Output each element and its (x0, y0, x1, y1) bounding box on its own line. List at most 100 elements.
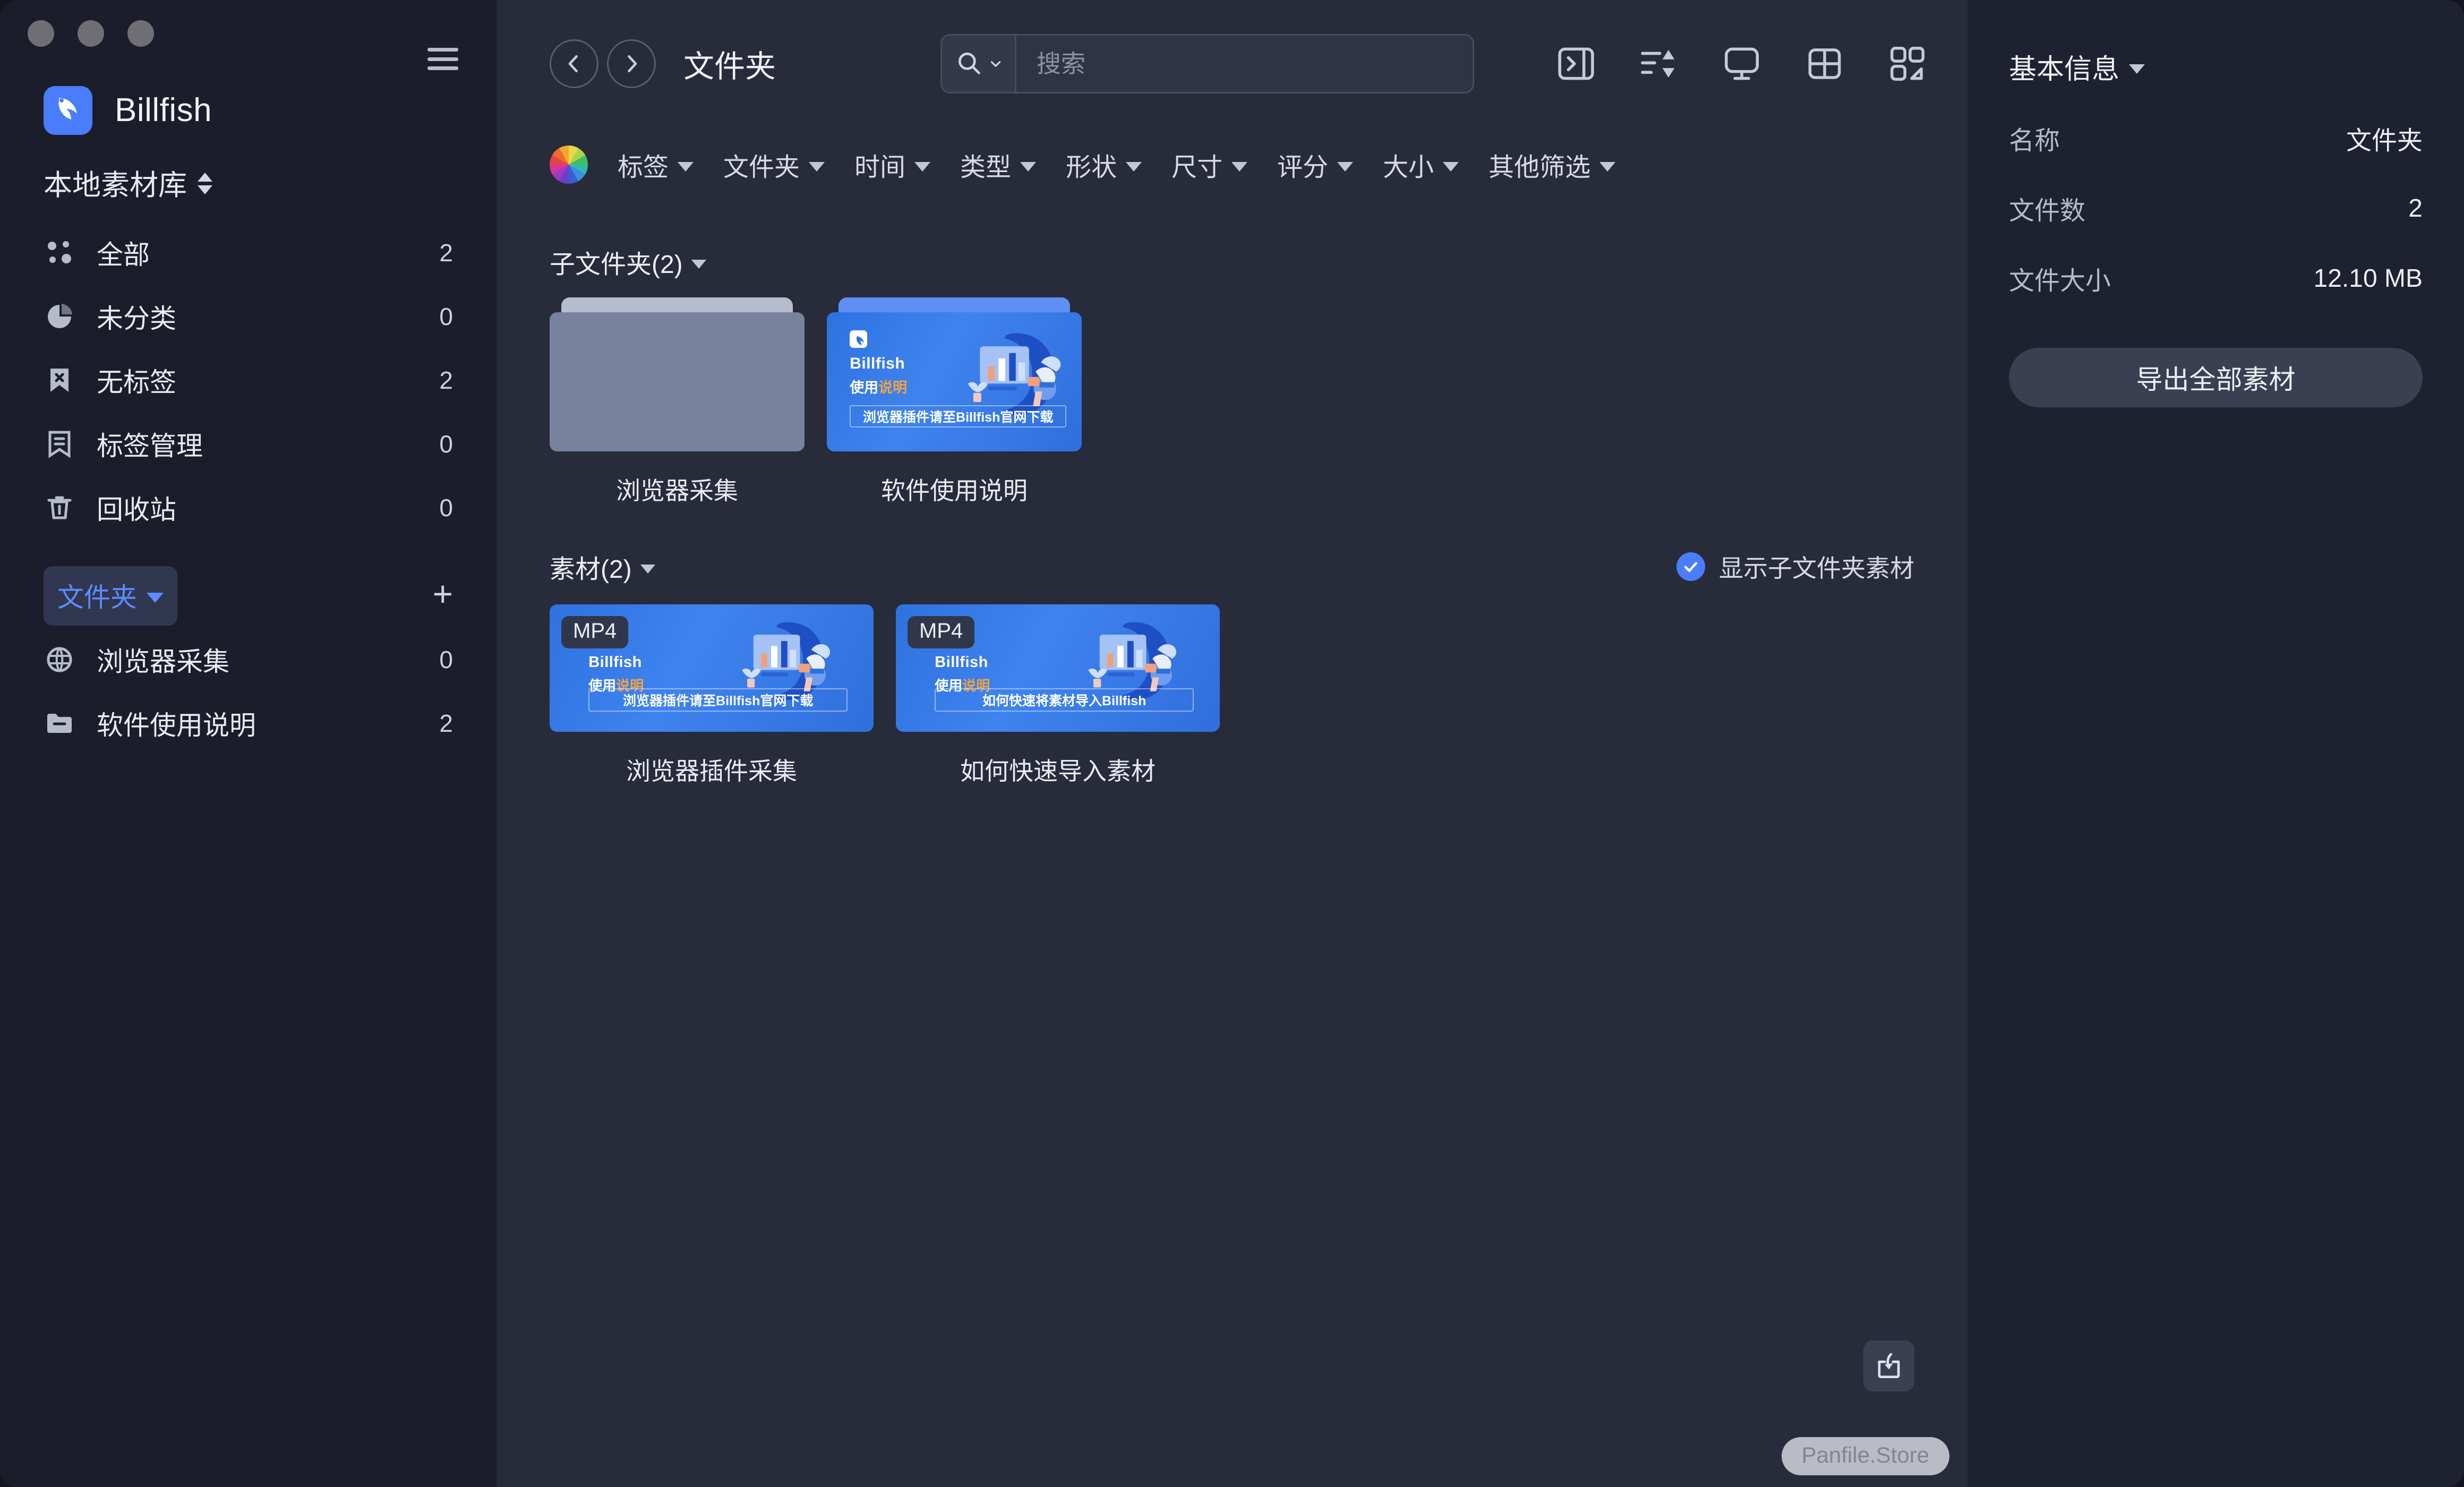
assets-group-header: 素材(2) 显示子文件夹素材 (550, 537, 1914, 596)
subfolder-grid: 浏览器采集 Billfish 使用说明 浏览器插件请至Billfish官网下载 … (550, 297, 1914, 507)
show-subfolder-assets-toggle[interactable]: 显示子文件夹素材 (1663, 549, 1914, 584)
chevron-down-icon (1231, 162, 1248, 172)
top-toolbar: 文件夹 (497, 0, 1967, 127)
asset-thumbnail: Billfish 使用说明 如何快速将素材导入Billfish MP4 (896, 604, 1220, 732)
watermark-badge: Panfile.Store (1781, 1437, 1949, 1475)
updown-caret-icon (198, 172, 212, 194)
promo-banner: 如何快速将素材导入Billfish (935, 688, 1194, 712)
close-window-button[interactable] (28, 20, 54, 47)
promo-subtitle-orange: 说明 (878, 379, 908, 396)
sidebar-folder-browser-capture[interactable]: 浏览器采集 0 (0, 628, 497, 691)
display-monitor-icon[interactable] (1720, 42, 1764, 86)
library-selector[interactable]: 本地素材库 (0, 133, 497, 202)
filter-label: 类型 (960, 153, 1012, 182)
sidebar-nav: 全部 2 未分类 0 无标签 2 标签管理 0 回收站 0 (0, 221, 497, 540)
filter-time[interactable]: 时间 (854, 146, 931, 183)
search-input[interactable] (1016, 36, 1473, 92)
folder-thumbnail (550, 297, 805, 451)
sidebar-item-untagged[interactable]: 无标签 2 (0, 348, 497, 412)
folder-label: 浏览器采集 (616, 477, 738, 505)
asset-card[interactable]: Billfish 使用说明 浏览器插件请至Billfish官网下载 MP4 浏览… (550, 604, 874, 787)
filter-tags[interactable]: 标签 (618, 146, 694, 183)
filter-label: 文件夹 (723, 153, 800, 182)
tag-manage-icon (44, 428, 75, 460)
brand-header: Billfish (0, 58, 497, 135)
asset-label: 如何快速导入素材 (960, 757, 1156, 785)
file-type-badge: MP4 (908, 616, 975, 648)
folders-section-toggle[interactable]: 文件夹 (44, 566, 177, 626)
chevron-down-icon (147, 592, 164, 603)
search-icon (958, 53, 980, 74)
maximize-window-button[interactable] (127, 20, 154, 47)
sidebar-item-label: 无标签 (97, 368, 176, 397)
inspector-title[interactable]: 基本信息 (2009, 47, 2423, 87)
sidebar-item-label: 回收站 (97, 495, 176, 525)
filter-type[interactable]: 类型 (960, 146, 1037, 183)
promo-banner-text: 浏览器插件请至Billfish官网下载 (863, 410, 1054, 425)
minimize-window-button[interactable] (78, 20, 104, 47)
asset-label: 浏览器插件采集 (626, 757, 797, 785)
sidebar-item-label: 全部 (97, 240, 150, 270)
promo-subtitle: 使用说明 (850, 376, 952, 397)
filter-other[interactable]: 其他筛选 (1488, 146, 1616, 183)
folder-body (550, 312, 805, 451)
filter-label: 标签 (618, 153, 669, 182)
folder-thumbnail: Billfish 使用说明 浏览器插件请至Billfish官网下载 (827, 297, 1082, 451)
chevron-down-icon (1599, 162, 1616, 172)
sidebar-item-trash[interactable]: 回收站 0 (0, 476, 497, 540)
folder-icon (44, 707, 75, 739)
import-to-library-icon[interactable] (1863, 1340, 1914, 1391)
back-button[interactable] (550, 39, 598, 88)
inspector-key: 名称 (2009, 127, 2060, 155)
sidebar-folder-software-guide[interactable]: 软件使用说明 2 (0, 691, 497, 755)
panel-toggle-icon[interactable] (1554, 42, 1598, 86)
chevron-down-icon (1126, 162, 1142, 172)
color-wheel-icon[interactable] (550, 146, 588, 184)
sidebar-folder-label: 浏览器采集 (97, 647, 229, 677)
asset-thumbnail: Billfish 使用说明 浏览器插件请至Billfish官网下载 MP4 (550, 604, 874, 732)
layout-grid-icon[interactable] (1803, 42, 1846, 86)
filter-dimension[interactable]: 尺寸 (1171, 146, 1248, 183)
search-mode-dropdown[interactable] (942, 36, 1017, 92)
search-bar (940, 34, 1475, 93)
subfolder-group-title: 子文件夹(2) (550, 251, 683, 279)
filter-label: 时间 (854, 153, 906, 182)
filter-size[interactable]: 大小 (1383, 146, 1459, 183)
sidebar-item-uncategorized[interactable]: 未分类 0 (0, 285, 497, 348)
chevron-down-icon[interactable] (640, 564, 655, 574)
thumbnail-size-icon[interactable] (1886, 42, 1929, 86)
filter-folder[interactable]: 文件夹 (723, 146, 825, 183)
file-type-badge: MP4 (561, 616, 629, 648)
billfish-app-icon (850, 330, 867, 348)
inspector-panel: 基本信息 名称 文件夹 文件数 2 文件大小 12.10 MB 导出全部素材 (1967, 0, 2464, 1487)
sidebar-folder-count: 0 (439, 646, 453, 673)
chevron-down-icon[interactable] (691, 259, 706, 269)
library-name: 本地素材库 (44, 169, 187, 201)
filter-shape[interactable]: 形状 (1066, 146, 1142, 183)
sidebar-item-count: 2 (439, 366, 453, 394)
chevron-down-icon (914, 162, 931, 172)
view-tool-icons (1554, 42, 1935, 86)
sidebar-item-count: 0 (439, 494, 453, 522)
sidebar-item-label: 标签管理 (97, 431, 203, 461)
folder-card[interactable]: Billfish 使用说明 浏览器插件请至Billfish官网下载 软件使用说明 (827, 297, 1082, 507)
filter-rating[interactable]: 评分 (1277, 146, 1354, 183)
menu-hamburger-icon[interactable] (427, 48, 458, 70)
sidebar-item-all[interactable]: 全部 2 (0, 221, 497, 285)
page-title: 文件夹 (683, 49, 776, 84)
forward-button[interactable] (607, 39, 656, 88)
billfish-logo-icon (44, 86, 92, 135)
filter-label: 其他筛选 (1488, 153, 1591, 182)
sort-order-icon[interactable] (1637, 42, 1681, 86)
promo-banner-text: 浏览器插件请至Billfish官网下载 (623, 693, 814, 708)
folder-card[interactable]: 浏览器采集 (550, 297, 805, 507)
export-all-assets-button[interactable]: 导出全部素材 (2009, 348, 2423, 407)
filter-label: 评分 (1277, 153, 1329, 182)
promo-text-block: Billfish 使用说明 (850, 330, 952, 397)
pie-chart-icon (44, 301, 75, 332)
chevron-down-icon (2129, 64, 2145, 74)
add-folder-button[interactable]: + (432, 576, 453, 611)
asset-card[interactable]: Billfish 使用说明 如何快速将素材导入Billfish MP4 如何快速… (896, 604, 1220, 787)
sidebar-item-tag-manage[interactable]: 标签管理 0 (0, 412, 497, 476)
promo-artwork: Billfish 使用说明 浏览器插件请至Billfish官网下载 (827, 312, 1082, 451)
